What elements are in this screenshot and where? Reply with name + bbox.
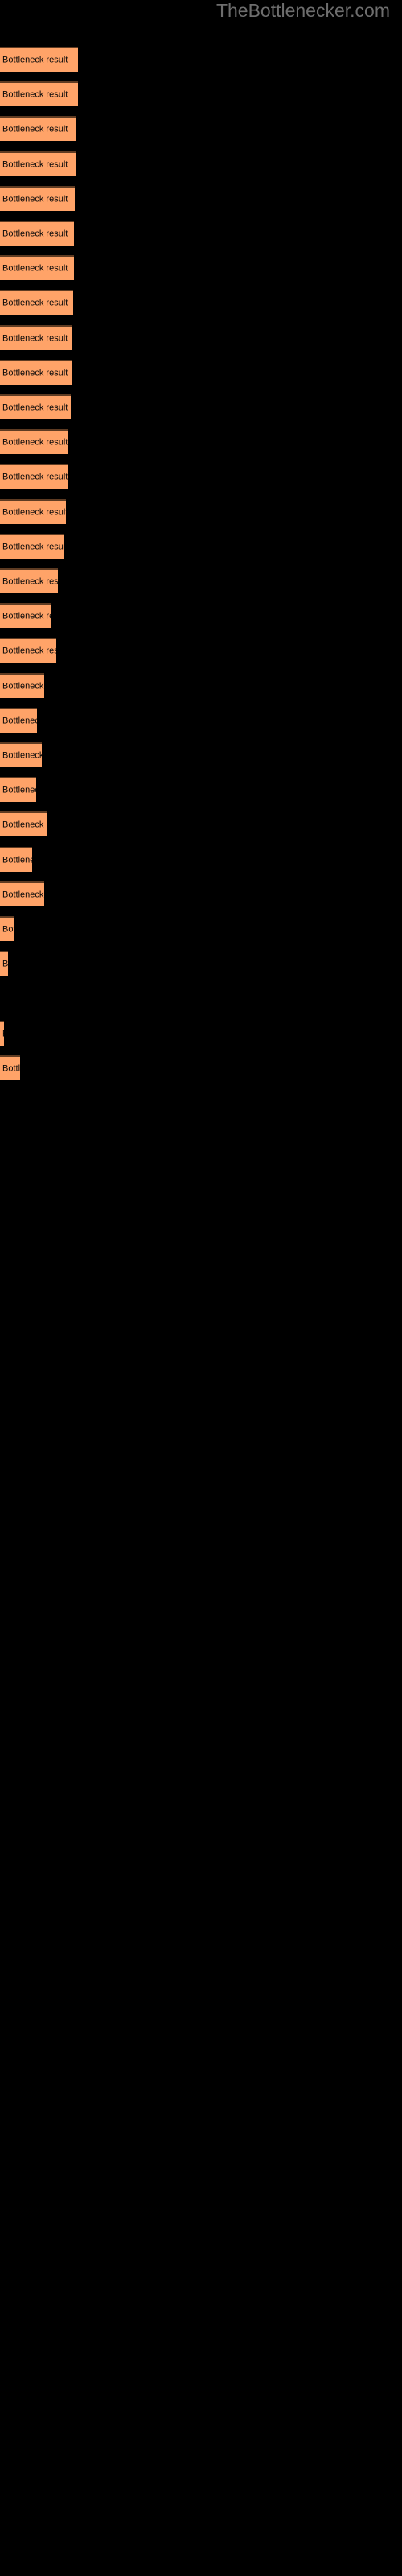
bar-label: Bottleneck result [2, 229, 68, 238]
bar-label: Bottleneck result [2, 681, 44, 691]
bar[interactable]: Bottleneck result [0, 603, 51, 628]
bar[interactable]: Bottleneck result [0, 708, 37, 733]
bar-label: Bottleneck result [2, 507, 66, 517]
bar[interactable]: Bottleneck result [0, 429, 68, 454]
bar[interactable]: Bottleneck result [0, 255, 74, 280]
bar[interactable]: Bottleneck result [0, 394, 71, 419]
bar[interactable]: Bottleneck result [0, 221, 74, 246]
bar-label: Bottleneck result [2, 542, 64, 551]
bar[interactable]: Bottleneck result [0, 186, 75, 211]
bar-label: Bottleneck result [2, 855, 32, 865]
bar[interactable]: Bottleneck result [0, 881, 44, 906]
bar[interactable]: Bottleneck result [0, 116, 76, 141]
bar-label: Bottleneck result [2, 750, 42, 760]
bar[interactable]: Bottleneck result [0, 777, 36, 802]
bar[interactable]: Bottleneck result [0, 1021, 4, 1046]
bottleneck-bar-chart: TheBottlenecker.com Bottleneck result Bot… [0, 0, 402, 2576]
bar[interactable]: Bottleneck result [0, 951, 8, 976]
bar[interactable]: Bottleneck result [0, 360, 72, 385]
bar-label: Bottleneck result [2, 194, 68, 204]
bar[interactable]: Bottleneck result [0, 151, 76, 176]
bar-label: Bottleneck result [2, 368, 68, 378]
bar[interactable]: Bottleneck result [0, 568, 58, 593]
bar-label: Bottleneck result [2, 298, 68, 308]
bar-label: Bottleneck result [2, 959, 8, 968]
bar-label: Bottleneck result [2, 1063, 20, 1073]
bar-label: Bottleneck result [2, 924, 14, 934]
bar[interactable]: Bottleneck result [0, 534, 64, 559]
bar-label: Bottleneck result [2, 437, 68, 447]
bar-label: Bottleneck result [2, 646, 56, 655]
bar[interactable]: Bottleneck result [0, 81, 78, 106]
bar[interactable]: Bottleneck result [0, 673, 44, 698]
bar-label: Bottleneck result [2, 402, 68, 412]
bar[interactable]: Bottleneck result [0, 742, 42, 767]
bar[interactable]: Bottleneck result [0, 325, 72, 350]
bar-label: Bottleneck result [2, 611, 51, 621]
bar[interactable]: Bottleneck result [0, 464, 68, 489]
bars-layer: Bottleneck result Bottleneck result Bottle… [0, 0, 402, 2576]
bar-label: Bottleneck result [2, 55, 68, 64]
bar[interactable]: Bottleneck result [0, 638, 56, 663]
bar[interactable]: Bottleneck result [0, 1055, 20, 1080]
bar-label: Bottleneck result [2, 124, 68, 134]
bar[interactable]: Bottleneck result [0, 847, 32, 872]
bar[interactable]: Bottleneck result [0, 811, 47, 836]
bar[interactable]: Bottleneck result [0, 499, 66, 524]
bar-label: Bottleneck result [2, 716, 37, 725]
bar-label: Bottleneck result [2, 890, 44, 899]
bar[interactable]: Bottleneck result [0, 916, 14, 941]
bar[interactable]: Bottleneck result [0, 290, 73, 315]
bar-label: Bottleneck result [2, 1029, 4, 1039]
bar-label: Bottleneck result [2, 472, 68, 481]
bar-label: Bottleneck result [2, 785, 36, 795]
bar-label: Bottleneck result [2, 576, 58, 586]
bar-label: Bottleneck result [2, 333, 68, 343]
bar-label: Bottleneck result [2, 263, 68, 273]
bar-label: Bottleneck result [2, 819, 47, 829]
bar-label: Bottleneck result [2, 159, 68, 169]
bar-label: Bottleneck result [2, 89, 68, 99]
bar[interactable]: Bottleneck result [0, 47, 78, 72]
